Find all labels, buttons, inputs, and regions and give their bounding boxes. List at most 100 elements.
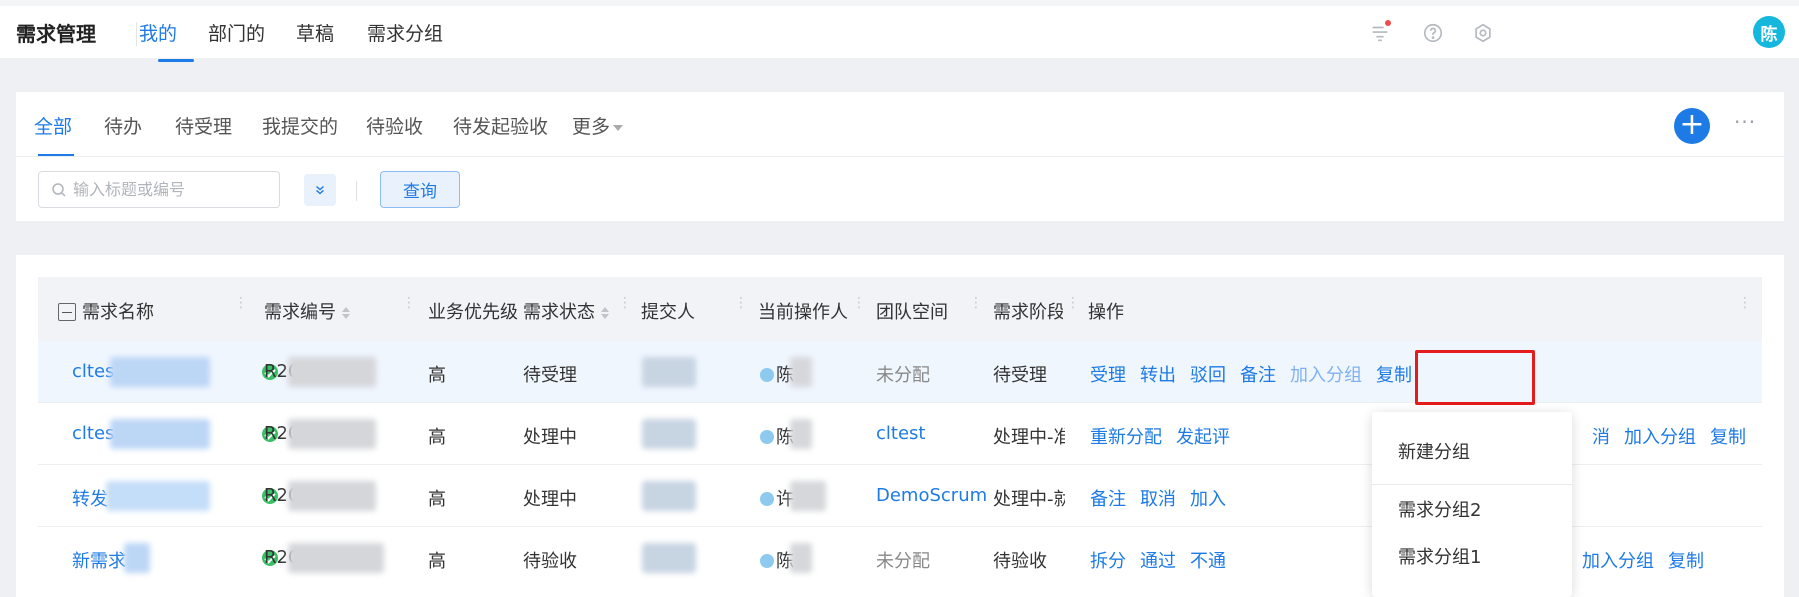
row-actions: 拆分 通过 不通: [1090, 547, 1240, 573]
filter-tab-pending-start-verify[interactable]: 待发起验收: [453, 112, 548, 139]
top-header: 需求管理 我的 部门的 草稿 需求分组 陈: [0, 0, 1799, 62]
priority: 高: [428, 427, 446, 448]
filter-tab-more[interactable]: 更多: [572, 112, 624, 139]
redacted-submitter: [642, 357, 696, 387]
requirement-name-link[interactable]: cltes: [72, 423, 114, 444]
requirement-name-link[interactable]: cltes: [72, 361, 114, 382]
note-action[interactable]: 备注: [1090, 489, 1126, 510]
user-icon: [760, 430, 774, 444]
user-avatar[interactable]: 陈: [1753, 16, 1785, 48]
redacted-name: [106, 481, 210, 511]
row-actions-right: 消加入分组 复制: [1592, 423, 1760, 449]
redacted-operator: [790, 543, 812, 573]
menu-item-group-2[interactable]: 需求分组2: [1398, 496, 1481, 522]
add-to-group-action[interactable]: 加入分组: [1290, 365, 1362, 386]
app-title: 需求管理: [16, 22, 96, 46]
copy-action[interactable]: 复制: [1668, 551, 1704, 572]
redacted-number: [288, 419, 376, 449]
col-current-operator[interactable]: 当前操作人: [758, 298, 848, 324]
column-resize-handle[interactable]: ⋮: [402, 295, 416, 311]
col-requirement-stage[interactable]: 需求阶段: [993, 298, 1063, 324]
redacted-submitter: [642, 481, 696, 511]
column-resize-handle[interactable]: ⋮: [852, 295, 866, 311]
menu-divider: [1372, 484, 1572, 485]
requirement-name-link[interactable]: 转发: [72, 485, 108, 511]
highlight-annotation: [1415, 350, 1535, 405]
col-business-priority[interactable]: 业务优先级: [428, 298, 520, 324]
add-requirement-button[interactable]: +: [1674, 108, 1710, 144]
table-header: 需求名称 ⋮ 需求编号 ⋮ 业务优先级 需求状态 ⋮ 提交人 ⋮ 当前操作人 ⋮…: [38, 277, 1762, 341]
status: 处理中: [523, 489, 577, 510]
tab-drafts[interactable]: 草稿: [296, 19, 334, 46]
note-action[interactable]: 备注: [1240, 365, 1276, 386]
col-submitter[interactable]: 提交人: [641, 298, 695, 324]
cancel-action[interactable]: 消: [1592, 427, 1610, 448]
reassign-action[interactable]: 重新分配: [1090, 427, 1162, 448]
add-to-group-action[interactable]: 加入: [1190, 489, 1226, 510]
filter-tab-all[interactable]: 全部: [34, 112, 72, 139]
announcement-icon[interactable]: [1367, 20, 1393, 46]
accept-action[interactable]: 受理: [1090, 365, 1126, 386]
transfer-action[interactable]: 转出: [1140, 365, 1176, 386]
priority: 高: [428, 365, 446, 386]
tab-mine[interactable]: 我的: [139, 19, 177, 46]
add-to-group-action[interactable]: 加入分组: [1582, 551, 1654, 572]
stage: 处理中-就绪: [993, 489, 1065, 510]
split-action[interactable]: 拆分: [1090, 551, 1126, 572]
col-team-space[interactable]: 团队空间: [876, 298, 948, 324]
row-actions-right: 加入分组 复制: [1582, 547, 1718, 573]
redacted-submitter: [642, 419, 696, 449]
sort-icon[interactable]: [340, 305, 352, 321]
menu-item-new-group[interactable]: 新建分组: [1398, 438, 1470, 464]
cancel-action[interactable]: 取消: [1140, 489, 1176, 510]
query-button[interactable]: 查询: [380, 171, 460, 208]
more-options-icon[interactable]: ···: [1734, 110, 1756, 134]
team-space-link[interactable]: DemoScrum: [876, 485, 987, 506]
sort-icon[interactable]: [599, 305, 611, 321]
priority: 高: [428, 551, 446, 572]
toolbar-divider: [356, 181, 357, 201]
column-resize-handle[interactable]: ⋮: [234, 295, 248, 311]
help-icon[interactable]: [1420, 20, 1446, 46]
search-field[interactable]: [38, 171, 280, 208]
tab-department[interactable]: 部门的: [208, 19, 265, 46]
redacted-submitter: [642, 543, 696, 573]
redacted-number: [288, 357, 376, 387]
double-chevron-down-icon: [316, 185, 324, 195]
col-requirement-status[interactable]: 需求状态: [523, 298, 611, 324]
copy-action[interactable]: 复制: [1376, 365, 1412, 386]
redacted-operator: [790, 419, 812, 449]
tab-requirement-groups[interactable]: 需求分组: [367, 19, 443, 46]
column-resize-handle[interactable]: ⋮: [969, 295, 983, 311]
col-requirement-number[interactable]: 需求编号: [264, 298, 352, 324]
expand-filters-button[interactable]: [304, 174, 336, 206]
select-all-checkbox[interactable]: [58, 303, 76, 321]
menu-item-group-1[interactable]: 需求分组1: [1398, 543, 1481, 569]
user-icon: [760, 368, 774, 382]
filter-tab-todo[interactable]: 待办: [104, 112, 142, 139]
start-review-action[interactable]: 发起评: [1176, 427, 1230, 448]
requirement-name-link[interactable]: 新需求: [72, 547, 126, 573]
column-resize-handle[interactable]: ⋮: [1738, 295, 1752, 311]
filter-tab-pending-accept[interactable]: 待受理: [175, 112, 232, 139]
column-resize-handle[interactable]: ⋮: [1066, 295, 1080, 311]
settings-icon[interactable]: [1470, 20, 1496, 46]
approve-action[interactable]: 通过: [1140, 551, 1176, 572]
col-requirement-name[interactable]: 需求名称: [58, 298, 154, 324]
filter-tab-submitted[interactable]: 我提交的: [262, 112, 338, 139]
team-space-link[interactable]: cltest: [876, 423, 925, 444]
column-resize-handle[interactable]: ⋮: [734, 295, 748, 311]
reject-action[interactable]: 不通: [1190, 551, 1226, 572]
filter-tab-pending-verify[interactable]: 待验收: [366, 112, 423, 139]
reject-action[interactable]: 驳回: [1190, 365, 1226, 386]
status: 待受理: [523, 365, 577, 386]
priority: 高: [428, 489, 446, 510]
copy-action[interactable]: 复制: [1710, 427, 1746, 448]
current-operator: 陈: [760, 361, 794, 387]
filter-panel: 全部 待办 待受理 我提交的 待验收 待发起验收 更多 + ··· 查询: [16, 92, 1784, 221]
column-resize-handle[interactable]: ⋮: [618, 295, 632, 311]
search-input[interactable]: [73, 180, 263, 199]
redacted-name: [110, 357, 210, 387]
redacted-operator: [790, 357, 812, 387]
add-to-group-action[interactable]: 加入分组: [1624, 427, 1696, 448]
